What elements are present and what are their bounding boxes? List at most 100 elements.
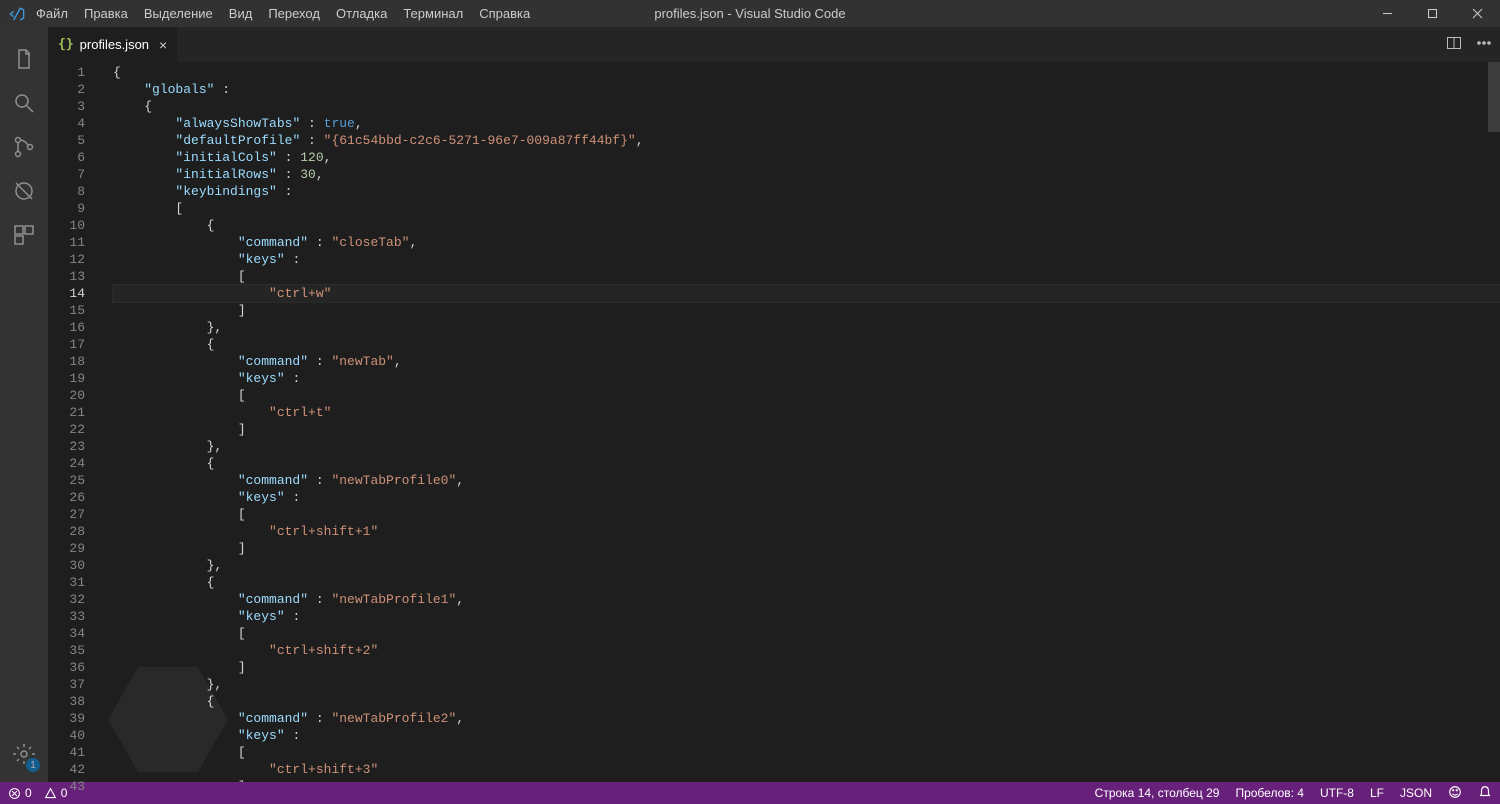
code-line[interactable]: { <box>113 455 1500 472</box>
code-line[interactable]: [ <box>113 387 1500 404</box>
menu-debug[interactable]: Отладка <box>328 0 395 27</box>
line-number: 9 <box>48 200 85 217</box>
code-line[interactable]: "keys" : <box>113 727 1500 744</box>
code-line[interactable]: ] <box>113 778 1500 782</box>
code-line[interactable]: }, <box>113 676 1500 693</box>
code-line[interactable]: "command" : "closeTab", <box>113 234 1500 251</box>
code-line[interactable]: "ctrl+shift+2" <box>113 642 1500 659</box>
code-line[interactable]: ] <box>113 302 1500 319</box>
code-line[interactable]: [ <box>113 744 1500 761</box>
code-line[interactable]: "ctrl+shift+3" <box>113 761 1500 778</box>
code-line[interactable]: { <box>113 217 1500 234</box>
source-control-icon[interactable] <box>0 125 48 169</box>
code-line[interactable]: "ctrl+w" <box>113 285 1500 302</box>
code-line[interactable]: "initialRows" : 30, <box>113 166 1500 183</box>
code-line[interactable]: ] <box>113 540 1500 557</box>
status-language[interactable]: JSON <box>1400 786 1432 800</box>
menu-terminal[interactable]: Терминал <box>395 0 471 27</box>
maximize-button[interactable] <box>1410 0 1455 27</box>
line-number: 36 <box>48 659 85 676</box>
code-line[interactable]: ] <box>113 659 1500 676</box>
line-number: 40 <box>48 727 85 744</box>
code-line[interactable]: "initialCols" : 120, <box>113 149 1500 166</box>
code-line[interactable]: { <box>113 64 1500 81</box>
settings-badge: 1 <box>26 758 40 772</box>
extensions-icon[interactable] <box>0 213 48 257</box>
code-line[interactable]: }, <box>113 319 1500 336</box>
vscode-logo-icon <box>6 6 28 22</box>
status-cursor-pos[interactable]: Строка 14, столбец 29 <box>1095 786 1220 800</box>
code-line[interactable]: "keys" : <box>113 489 1500 506</box>
code-line[interactable]: "keys" : <box>113 370 1500 387</box>
code-line[interactable]: "command" : "newTabProfile0", <box>113 472 1500 489</box>
notifications-bell-icon[interactable] <box>1478 785 1492 802</box>
line-number: 20 <box>48 387 85 404</box>
line-number: 18 <box>48 353 85 370</box>
code-line[interactable]: "ctrl+t" <box>113 404 1500 421</box>
settings-icon[interactable]: 1 <box>0 732 48 776</box>
code-line[interactable]: "alwaysShowTabs" : true, <box>113 115 1500 132</box>
code-line[interactable]: "defaultProfile" : "{61c54bbd-c2c6-5271-… <box>113 132 1500 149</box>
json-file-icon: {} <box>58 37 74 52</box>
line-number: 24 <box>48 455 85 472</box>
code-line[interactable]: { <box>113 693 1500 710</box>
line-number: 21 <box>48 404 85 421</box>
editor-body[interactable]: 1234567891011121314151617181920212223242… <box>48 62 1500 782</box>
code-line[interactable]: [ <box>113 625 1500 642</box>
menu-help[interactable]: Справка <box>471 0 538 27</box>
code-line[interactable]: [ <box>113 506 1500 523</box>
status-encoding[interactable]: UTF-8 <box>1320 786 1354 800</box>
code-line[interactable]: [ <box>113 268 1500 285</box>
status-eol[interactable]: LF <box>1370 786 1384 800</box>
line-number: 10 <box>48 217 85 234</box>
code-line[interactable]: "ctrl+shift+1" <box>113 523 1500 540</box>
code-line[interactable]: ] <box>113 421 1500 438</box>
line-number: 32 <box>48 591 85 608</box>
code-line[interactable]: "command" : "newTabProfile1", <box>113 591 1500 608</box>
code-line[interactable]: }, <box>113 557 1500 574</box>
menu-view[interactable]: Вид <box>221 0 261 27</box>
code-line[interactable]: }, <box>113 438 1500 455</box>
search-icon[interactable] <box>0 81 48 125</box>
code-line[interactable]: { <box>113 336 1500 353</box>
line-number: 34 <box>48 625 85 642</box>
menu-go[interactable]: Переход <box>260 0 328 27</box>
feedback-smiley-icon[interactable] <box>1448 785 1462 802</box>
code-line[interactable]: "command" : "newTab", <box>113 353 1500 370</box>
close-button[interactable] <box>1455 0 1500 27</box>
line-number: 12 <box>48 251 85 268</box>
tabs-bar: {} profiles.json × <box>48 27 1500 62</box>
status-errors[interactable]: 0 <box>8 786 32 800</box>
tab-profiles-json[interactable]: {} profiles.json × <box>48 27 178 62</box>
code-line[interactable]: "command" : "newTabProfile2", <box>113 710 1500 727</box>
debug-icon[interactable] <box>0 169 48 213</box>
menu-selection[interactable]: Выделение <box>136 0 221 27</box>
line-number: 15 <box>48 302 85 319</box>
scrollbar-thumb[interactable] <box>1488 62 1500 132</box>
line-number: 1 <box>48 64 85 81</box>
titlebar: Файл Правка Выделение Вид Переход Отладк… <box>0 0 1500 27</box>
window-controls <box>1365 0 1500 27</box>
menu-file[interactable]: Файл <box>28 0 76 27</box>
menu-edit[interactable]: Правка <box>76 0 136 27</box>
code-line[interactable]: "globals" : <box>113 81 1500 98</box>
vertical-scrollbar[interactable] <box>1488 62 1500 782</box>
status-indent[interactable]: Пробелов: 4 <box>1235 786 1304 800</box>
line-number: 2 <box>48 81 85 98</box>
code-line[interactable]: { <box>113 574 1500 591</box>
more-actions-icon[interactable] <box>1476 35 1492 54</box>
code-line[interactable]: [ <box>113 200 1500 217</box>
split-editor-icon[interactable] <box>1446 35 1462 54</box>
line-number: 8 <box>48 183 85 200</box>
minimize-button[interactable] <box>1365 0 1410 27</box>
line-number: 27 <box>48 506 85 523</box>
code-content[interactable]: { "globals" : { "alwaysShowTabs" : true,… <box>103 62 1500 782</box>
code-line[interactable]: "keys" : <box>113 608 1500 625</box>
line-number: 29 <box>48 540 85 557</box>
code-line[interactable]: { <box>113 98 1500 115</box>
tab-close-icon[interactable]: × <box>159 37 167 53</box>
explorer-icon[interactable] <box>0 37 48 81</box>
code-line[interactable]: "keys" : <box>113 251 1500 268</box>
code-line[interactable]: "keybindings" : <box>113 183 1500 200</box>
line-number: 17 <box>48 336 85 353</box>
